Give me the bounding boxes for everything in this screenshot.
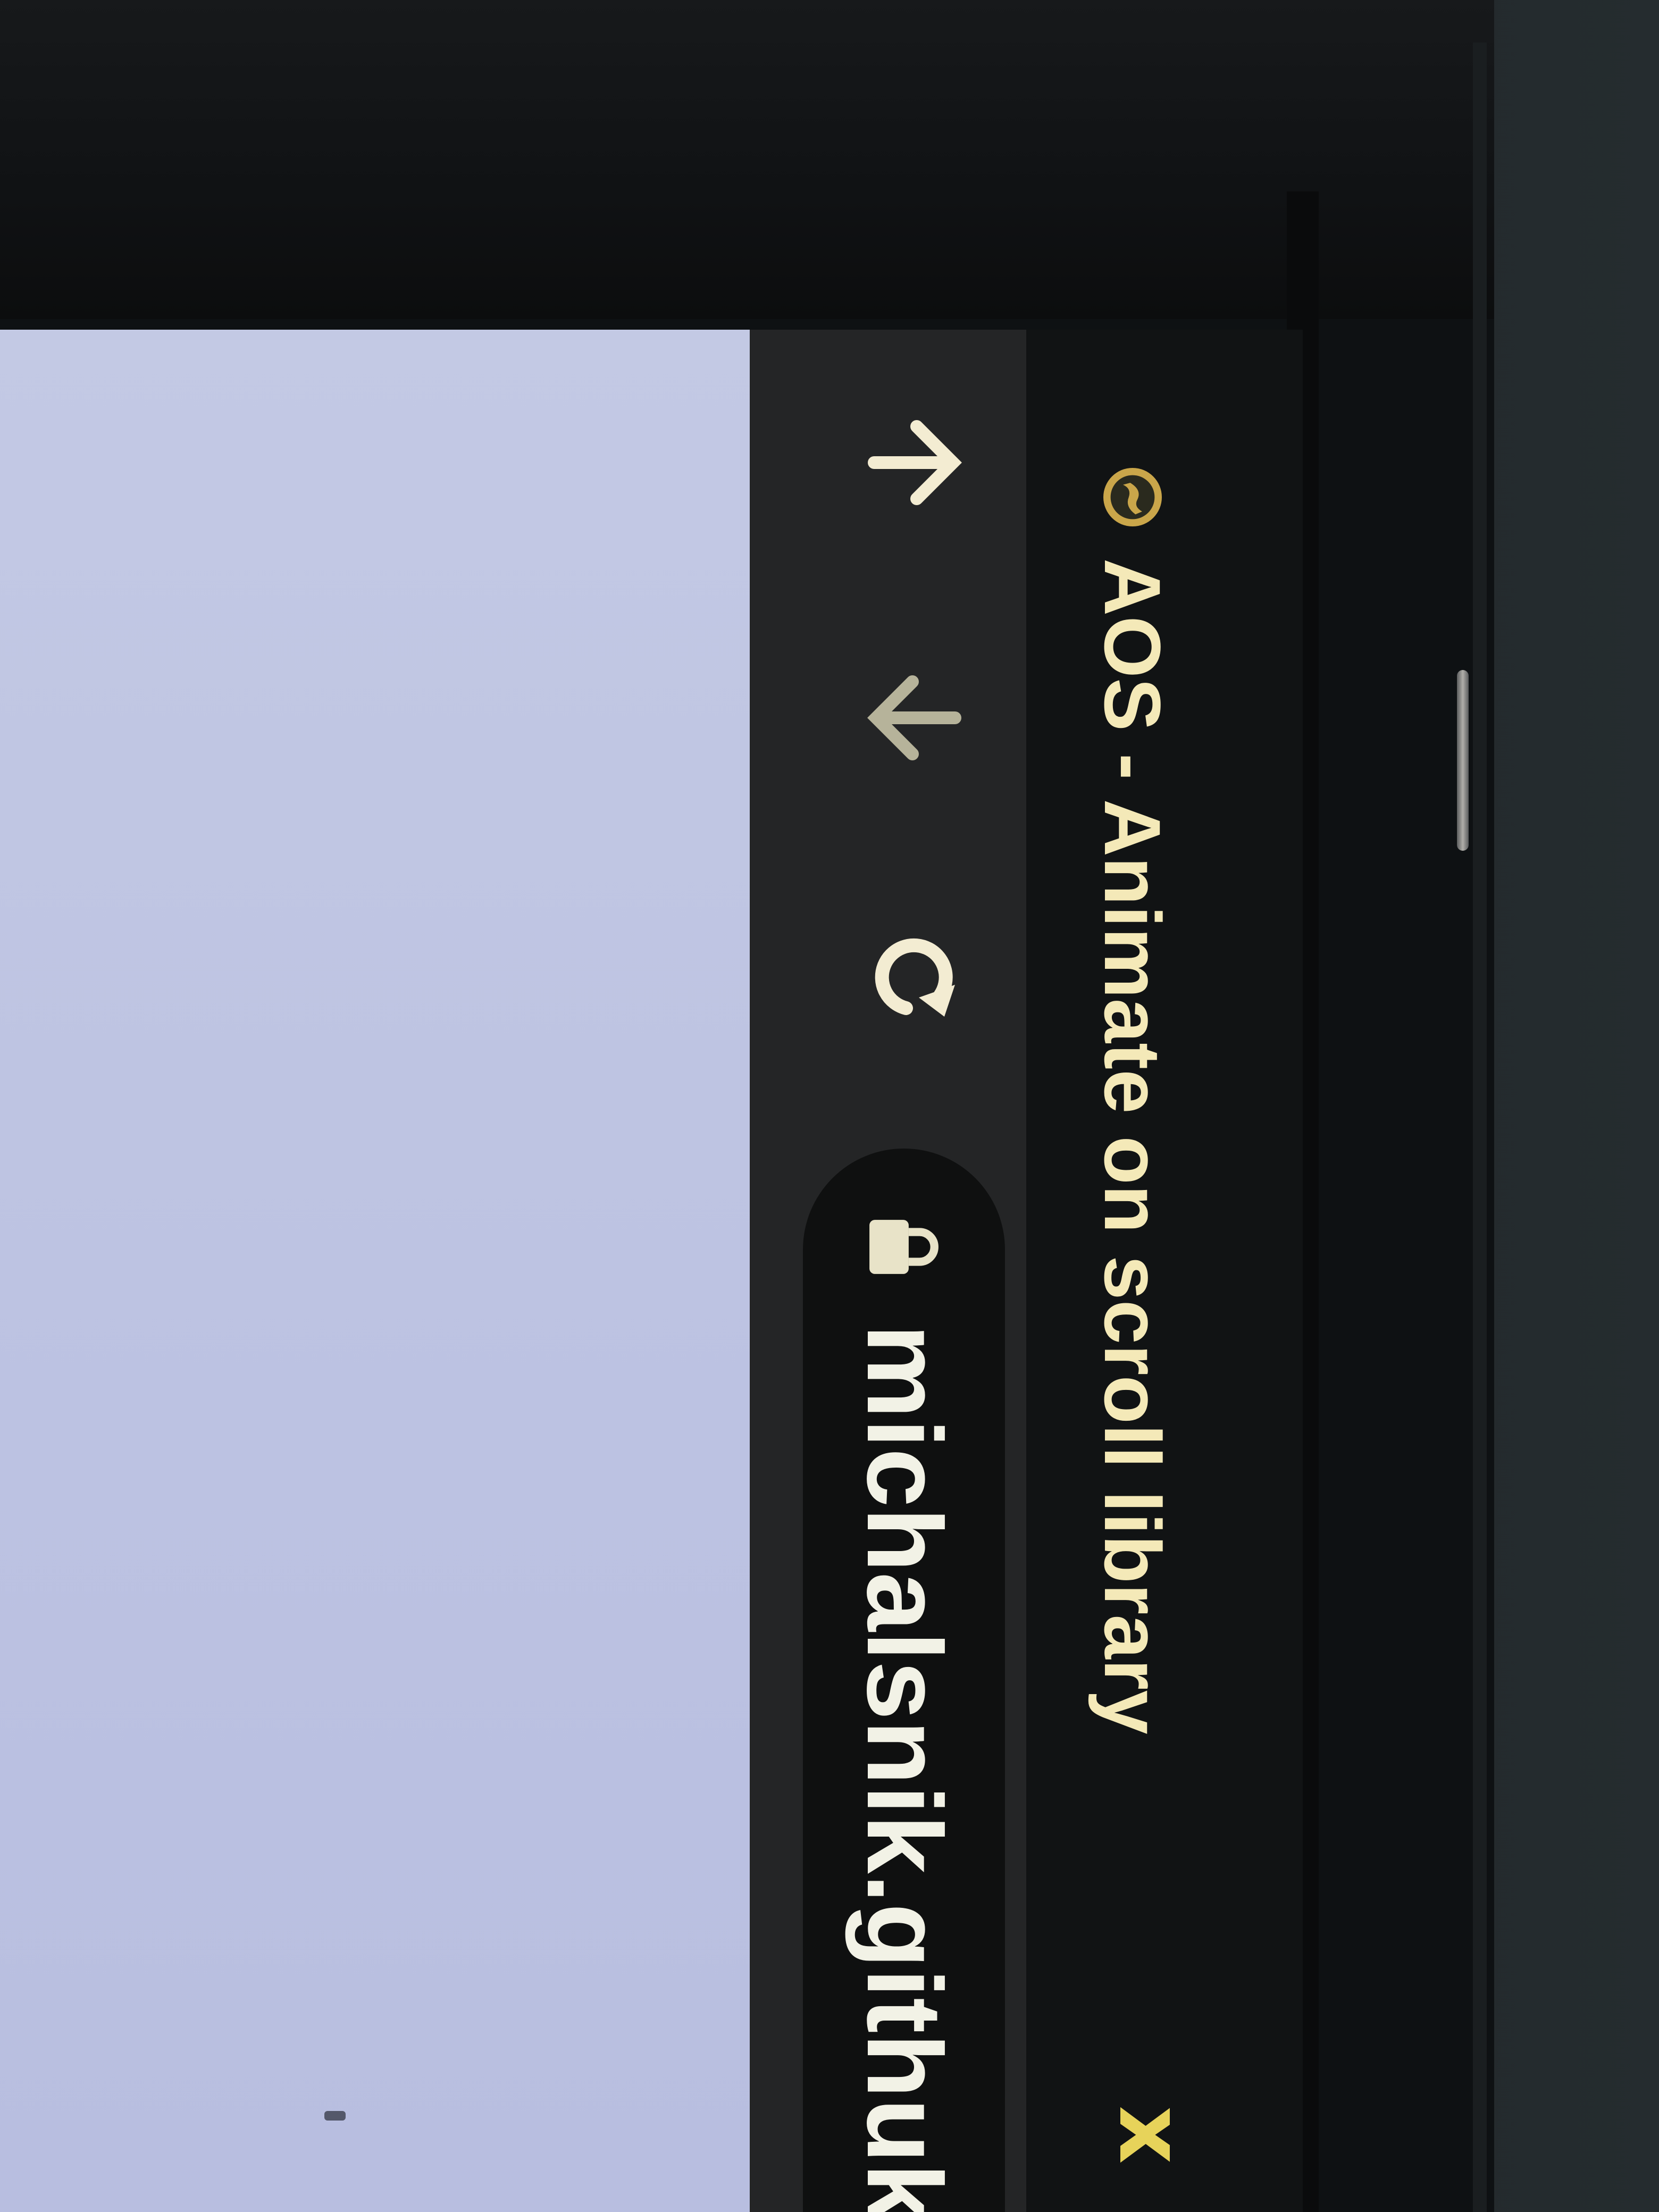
monitor-bezel: AOS - Animate on scroll library x michal…	[0, 0, 1494, 2212]
monitor-bezel-top	[0, 0, 1494, 319]
url-text[interactable]: michalsnik.githuk	[840, 1324, 968, 2212]
reload-icon	[875, 938, 955, 1017]
address-bar[interactable]: michalsnik.githuk	[803, 1149, 1005, 2212]
page-content	[0, 330, 750, 2212]
reload-button[interactable]	[861, 925, 968, 1032]
globe-icon	[1103, 468, 1162, 526]
forward-button[interactable]	[861, 665, 968, 771]
tab-strip: AOS - Animate on scroll library x	[1026, 330, 1303, 2212]
monitor-edge-reflection	[1457, 670, 1469, 851]
page-smudge	[324, 2111, 346, 2121]
browser-window: AOS - Animate on scroll library x michal…	[0, 330, 1303, 2212]
browser-tab[interactable]: AOS - Animate on scroll library x	[1026, 330, 1281, 2212]
monitor-bezel-edge	[1473, 43, 1487, 2212]
tab-title: AOS - Animate on scroll library	[1088, 558, 1177, 1735]
browser-toolbar: michalsnik.githuk	[750, 330, 1026, 2212]
back-button[interactable]	[861, 409, 968, 516]
arrow-down-icon	[867, 675, 961, 760]
close-icon[interactable]: x	[1099, 2090, 1204, 2180]
monitor-screen: AOS - Animate on scroll library x michal…	[0, 330, 1303, 2212]
arrow-up-icon	[868, 420, 962, 505]
photo-scene: AOS - Animate on scroll library x michal…	[0, 0, 1659, 2212]
lock-icon	[869, 1220, 939, 1274]
